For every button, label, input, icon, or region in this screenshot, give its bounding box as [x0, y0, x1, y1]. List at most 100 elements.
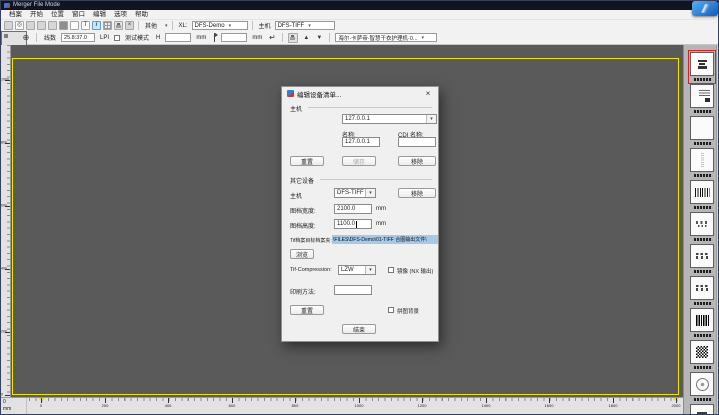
dialog-title-bar[interactable]: 编辑设备清单... ×: [282, 87, 438, 100]
finish-button[interactable]: 结束: [342, 324, 376, 334]
image-width-input[interactable]: 2100.0: [334, 204, 372, 214]
tile-background-label: 拼图背景: [397, 307, 419, 315]
ruler-label: 200: [97, 404, 113, 409]
ruler-tick: [613, 398, 614, 403]
fill-icon[interactable]: [59, 21, 68, 30]
close-icon[interactable]: ×: [423, 89, 433, 99]
thumbnail-2[interactable]: [689, 83, 715, 115]
thumbnail-strip: [683, 45, 719, 415]
film-perforation: [690, 269, 714, 273]
thumbnail-10[interactable]: [689, 339, 715, 371]
dialog-host-select-value: 127.0.0.1: [345, 116, 370, 122]
tif-folder-path[interactable]: \FILES\DFS-Demo\01-TIFF 合图输出文件\: [332, 235, 438, 244]
thumbnail-11[interactable]: [689, 371, 715, 403]
ruler-label: 1600: [541, 404, 557, 409]
layers-3-icon[interactable]: [48, 21, 57, 30]
thumbnail-preview: [690, 276, 714, 300]
printer-icon[interactable]: [114, 21, 123, 30]
v-offset-input[interactable]: [221, 33, 247, 42]
thumbnail-3[interactable]: [689, 115, 715, 147]
lines-input[interactable]: 25.8:37.0: [61, 33, 95, 42]
thumbnail-7[interactable]: [689, 243, 715, 275]
thumbnail-6[interactable]: [689, 211, 715, 243]
vertical-ruler: 02004006008001000: [1, 45, 11, 397]
arrow-up-icon[interactable]: ▲: [301, 33, 311, 43]
group-divider: [308, 107, 432, 108]
ruler-tick: [422, 398, 423, 403]
dialog-body: 主机 127.0.0.1 ▾ 名称: CDI 名称: 127.0.0.1 重置 …: [282, 100, 438, 341]
film-perforation: [690, 333, 714, 337]
xl-select-value: DFS-Demo: [195, 23, 225, 29]
layers-icon[interactable]: [26, 21, 35, 30]
thumbnail-4[interactable]: [689, 147, 715, 179]
ruler-minor-ticks: [29, 398, 683, 401]
save-button[interactable]: 储存: [342, 156, 376, 166]
thumbnail-preview: [690, 84, 714, 108]
text-frame-icon[interactable]: T: [81, 21, 90, 30]
image-height-input[interactable]: 1100.0: [334, 219, 372, 229]
ruler-origin-value: 0: [3, 399, 26, 406]
ruler-label: 1200: [414, 404, 430, 409]
ruler-tick: [486, 398, 487, 403]
unit-mm-label: mm: [196, 35, 206, 41]
return-icon[interactable]: ↵: [267, 33, 277, 43]
host-select-value: DFS-TIFF: [278, 23, 305, 29]
tools-icon[interactable]: ×: [125, 21, 134, 30]
menu-item-6[interactable]: 选项: [110, 10, 131, 20]
rect-outline-icon[interactable]: [70, 21, 79, 30]
menu-item-7[interactable]: 帮助: [131, 10, 152, 20]
crosshair-icon[interactable]: ⊕: [21, 33, 31, 43]
grid-icon[interactable]: [103, 21, 112, 30]
layers-2-icon[interactable]: [37, 21, 46, 30]
toolbar-separator: [282, 33, 283, 42]
name-input[interactable]: 127.0.0.1: [342, 137, 380, 147]
thumbnail-9[interactable]: [689, 307, 715, 339]
thumbnail-12[interactable]: [689, 403, 715, 415]
xl-select[interactable]: DFS-Demo ▾: [192, 21, 248, 30]
remove-device-button[interactable]: 移除: [398, 188, 436, 198]
print-method-input[interactable]: [334, 285, 372, 295]
h-width-input[interactable]: [165, 33, 191, 42]
toolbar-separator: [36, 33, 37, 42]
other-devices-group-label: 其它设备: [290, 176, 314, 185]
test-mode-checkbox[interactable]: [114, 35, 120, 41]
menu-item-2[interactable]: 开始: [26, 10, 47, 20]
printer-icon[interactable]: [288, 33, 298, 43]
host-select[interactable]: DFS-TIFF ▾: [275, 21, 335, 30]
job-select[interactable]: 海尔·卡萨帝·智慧干衣护理机·0... ▾: [335, 33, 437, 42]
arrow-down-icon[interactable]: ▼: [314, 33, 324, 43]
device-host-select[interactable]: DFS-TIFF ▾: [334, 188, 376, 198]
ruler-tick: [41, 398, 42, 403]
toolbar-separator: [172, 21, 173, 30]
chevron-down-icon: ▾: [422, 35, 425, 41]
film-perforation: [690, 141, 714, 145]
info-icon[interactable]: i: [92, 21, 101, 30]
xl-label: XL:: [179, 23, 188, 29]
chevron-down-icon: ▾: [229, 23, 232, 29]
tile-background-checkbox[interactable]: [388, 307, 394, 313]
pin-icon[interactable]: [211, 32, 218, 43]
menu-item-1[interactable]: 档案: [5, 10, 26, 20]
ruler-label: 200: [1, 330, 7, 334]
chevron-down-icon: ▾: [365, 266, 375, 274]
menu-item-5[interactable]: 编辑: [89, 10, 110, 20]
browse-button[interactable]: 浏览: [290, 249, 314, 259]
group-dropdown-label[interactable]: 其他: [145, 21, 157, 30]
reset-button[interactable]: 重置: [290, 156, 324, 166]
reset-2-button[interactable]: 重置: [290, 305, 324, 315]
menu-bar: 档案开始位置窗口编辑选项帮助: [1, 10, 718, 20]
remove-button[interactable]: 移除: [398, 156, 436, 166]
thumbnail-5[interactable]: [689, 179, 715, 211]
eye-icon[interactable]: ◎: [15, 21, 24, 30]
select-tool-icon[interactable]: [4, 21, 13, 30]
ruler-tick: [168, 398, 169, 403]
menu-item-4[interactable]: 窗口: [68, 10, 89, 20]
thumbnail-8[interactable]: [689, 275, 715, 307]
tif-compression-select[interactable]: LZW ▾: [338, 265, 376, 275]
mirror-checkbox[interactable]: [388, 267, 394, 273]
thumbnail-1[interactable]: [689, 51, 715, 83]
menu-item-3[interactable]: 位置: [47, 10, 68, 20]
cdi-name-input[interactable]: [398, 137, 436, 147]
dialog-host-select[interactable]: 127.0.0.1 ▾: [342, 114, 437, 124]
ruler-tick: [359, 398, 360, 403]
